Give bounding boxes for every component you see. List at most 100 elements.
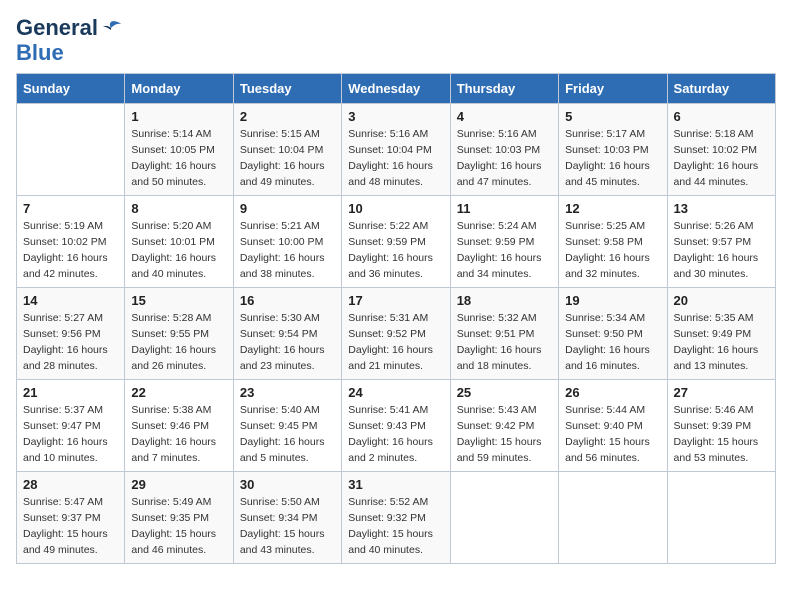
calendar-cell — [667, 472, 775, 564]
day-number: 25 — [457, 385, 552, 400]
day-number: 27 — [674, 385, 769, 400]
logo-general: General — [16, 16, 121, 41]
calendar-header-row: SundayMondayTuesdayWednesdayThursdayFrid… — [17, 74, 776, 104]
calendar-week-3: 14 Sunrise: 5:27 AM Sunset: 9:56 PM Dayli… — [17, 288, 776, 380]
day-number: 10 — [348, 201, 443, 216]
day-info: Sunrise: 5:14 AM Sunset: 10:05 PM Daylig… — [131, 127, 226, 190]
calendar-cell — [450, 472, 558, 564]
calendar-cell: 21 Sunrise: 5:37 AM Sunset: 9:47 PM Dayli… — [17, 380, 125, 472]
calendar-cell: 3 Sunrise: 5:16 AM Sunset: 10:04 PM Dayli… — [342, 104, 450, 196]
calendar-cell: 11 Sunrise: 5:24 AM Sunset: 9:59 PM Dayli… — [450, 196, 558, 288]
calendar-header-wednesday: Wednesday — [342, 74, 450, 104]
day-info: Sunrise: 5:49 AM Sunset: 9:35 PM Dayligh… — [131, 495, 226, 558]
day-number: 31 — [348, 477, 443, 492]
day-number: 11 — [457, 201, 552, 216]
day-info: Sunrise: 5:16 AM Sunset: 10:04 PM Daylig… — [348, 127, 443, 190]
calendar-cell: 6 Sunrise: 5:18 AM Sunset: 10:02 PM Dayli… — [667, 104, 775, 196]
page-header: General Blue — [16, 16, 776, 65]
day-info: Sunrise: 5:15 AM Sunset: 10:04 PM Daylig… — [240, 127, 335, 190]
day-number: 7 — [23, 201, 118, 216]
day-number: 6 — [674, 109, 769, 124]
day-number: 22 — [131, 385, 226, 400]
day-number: 14 — [23, 293, 118, 308]
day-number: 1 — [131, 109, 226, 124]
calendar-header-monday: Monday — [125, 74, 233, 104]
calendar-cell: 12Sunrise: 5:25 AM Sunset: 9:58 PM Dayli… — [559, 196, 667, 288]
day-info: Sunrise: 5:22 AM Sunset: 9:59 PM Dayligh… — [348, 219, 443, 282]
calendar-header-thursday: Thursday — [450, 74, 558, 104]
day-info: Sunrise: 5:37 AM Sunset: 9:47 PM Dayligh… — [23, 403, 118, 466]
calendar-cell: 5 Sunrise: 5:17 AM Sunset: 10:03 PM Dayli… — [559, 104, 667, 196]
day-info: Sunrise: 5:50 AM Sunset: 9:34 PM Dayligh… — [240, 495, 335, 558]
calendar-week-5: 28 Sunrise: 5:47 AM Sunset: 9:37 PM Dayli… — [17, 472, 776, 564]
day-info: Sunrise: 5:43 AM Sunset: 9:42 PM Dayligh… — [457, 403, 552, 466]
day-number: 18 — [457, 293, 552, 308]
day-info: Sunrise: 5:47 AM Sunset: 9:37 PM Dayligh… — [23, 495, 118, 558]
day-info: Sunrise: 5:52 AM Sunset: 9:32 PM Dayligh… — [348, 495, 443, 558]
day-info: Sunrise: 5:34 AM Sunset: 9:50 PM Dayligh… — [565, 311, 660, 374]
day-number: 30 — [240, 477, 335, 492]
day-number: 21 — [23, 385, 118, 400]
logo: General Blue — [16, 16, 121, 65]
calendar-cell: 2 Sunrise: 5:15 AM Sunset: 10:04 PM Dayli… — [233, 104, 341, 196]
calendar-table: SundayMondayTuesdayWednesdayThursdayFrid… — [16, 73, 776, 564]
calendar-header-friday: Friday — [559, 74, 667, 104]
calendar-cell: 13 Sunrise: 5:26 AM Sunset: 9:57 PM Dayli… — [667, 196, 775, 288]
calendar-cell: 19Sunrise: 5:34 AM Sunset: 9:50 PM Dayli… — [559, 288, 667, 380]
calendar-cell: 23Sunrise: 5:40 AM Sunset: 9:45 PM Dayli… — [233, 380, 341, 472]
calendar-cell: 4 Sunrise: 5:16 AM Sunset: 10:03 PM Dayli… — [450, 104, 558, 196]
calendar-cell: 20 Sunrise: 5:35 AM Sunset: 9:49 PM Dayli… — [667, 288, 775, 380]
calendar-cell: 29 Sunrise: 5:49 AM Sunset: 9:35 PM Dayli… — [125, 472, 233, 564]
calendar-cell: 24 Sunrise: 5:41 AM Sunset: 9:43 PM Dayli… — [342, 380, 450, 472]
day-number: 20 — [674, 293, 769, 308]
day-number: 8 — [131, 201, 226, 216]
logo-blue: Blue — [16, 41, 64, 65]
calendar-cell — [559, 472, 667, 564]
day-info: Sunrise: 5:24 AM Sunset: 9:59 PM Dayligh… — [457, 219, 552, 282]
calendar-cell: 28 Sunrise: 5:47 AM Sunset: 9:37 PM Dayli… — [17, 472, 125, 564]
day-info: Sunrise: 5:30 AM Sunset: 9:54 PM Dayligh… — [240, 311, 335, 374]
day-number: 17 — [348, 293, 443, 308]
day-number: 2 — [240, 109, 335, 124]
day-info: Sunrise: 5:18 AM Sunset: 10:02 PM Daylig… — [674, 127, 769, 190]
calendar-cell: 7Sunrise: 5:19 AM Sunset: 10:02 PM Dayli… — [17, 196, 125, 288]
calendar-cell: 26Sunrise: 5:44 AM Sunset: 9:40 PM Dayli… — [559, 380, 667, 472]
calendar-cell — [17, 104, 125, 196]
calendar-header-tuesday: Tuesday — [233, 74, 341, 104]
day-info: Sunrise: 5:40 AM Sunset: 9:45 PM Dayligh… — [240, 403, 335, 466]
calendar-cell: 8 Sunrise: 5:20 AM Sunset: 10:01 PM Dayli… — [125, 196, 233, 288]
day-info: Sunrise: 5:31 AM Sunset: 9:52 PM Dayligh… — [348, 311, 443, 374]
day-info: Sunrise: 5:17 AM Sunset: 10:03 PM Daylig… — [565, 127, 660, 190]
calendar-week-2: 7Sunrise: 5:19 AM Sunset: 10:02 PM Dayli… — [17, 196, 776, 288]
day-info: Sunrise: 5:41 AM Sunset: 9:43 PM Dayligh… — [348, 403, 443, 466]
calendar-week-4: 21 Sunrise: 5:37 AM Sunset: 9:47 PM Dayli… — [17, 380, 776, 472]
day-info: Sunrise: 5:20 AM Sunset: 10:01 PM Daylig… — [131, 219, 226, 282]
day-number: 3 — [348, 109, 443, 124]
day-number: 5 — [565, 109, 660, 124]
day-number: 16 — [240, 293, 335, 308]
calendar-week-1: 1 Sunrise: 5:14 AM Sunset: 10:05 PM Dayli… — [17, 104, 776, 196]
calendar-body: 1 Sunrise: 5:14 AM Sunset: 10:05 PM Dayli… — [17, 104, 776, 564]
day-number: 4 — [457, 109, 552, 124]
day-number: 13 — [674, 201, 769, 216]
calendar-header-sunday: Sunday — [17, 74, 125, 104]
day-number: 26 — [565, 385, 660, 400]
calendar-cell: 31 Sunrise: 5:52 AM Sunset: 9:32 PM Dayli… — [342, 472, 450, 564]
day-info: Sunrise: 5:16 AM Sunset: 10:03 PM Daylig… — [457, 127, 552, 190]
day-info: Sunrise: 5:27 AM Sunset: 9:56 PM Dayligh… — [23, 311, 118, 374]
day-number: 9 — [240, 201, 335, 216]
day-number: 24 — [348, 385, 443, 400]
day-number: 15 — [131, 293, 226, 308]
calendar-cell: 27Sunrise: 5:46 AM Sunset: 9:39 PM Dayli… — [667, 380, 775, 472]
day-info: Sunrise: 5:21 AM Sunset: 10:00 PM Daylig… — [240, 219, 335, 282]
day-number: 28 — [23, 477, 118, 492]
calendar-cell: 18Sunrise: 5:32 AM Sunset: 9:51 PM Dayli… — [450, 288, 558, 380]
day-info: Sunrise: 5:35 AM Sunset: 9:49 PM Dayligh… — [674, 311, 769, 374]
calendar-cell: 1 Sunrise: 5:14 AM Sunset: 10:05 PM Dayli… — [125, 104, 233, 196]
day-info: Sunrise: 5:26 AM Sunset: 9:57 PM Dayligh… — [674, 219, 769, 282]
calendar-cell: 10 Sunrise: 5:22 AM Sunset: 9:59 PM Dayli… — [342, 196, 450, 288]
calendar-cell: 14 Sunrise: 5:27 AM Sunset: 9:56 PM Dayli… — [17, 288, 125, 380]
day-number: 29 — [131, 477, 226, 492]
calendar-header-saturday: Saturday — [667, 74, 775, 104]
calendar-cell: 25 Sunrise: 5:43 AM Sunset: 9:42 PM Dayli… — [450, 380, 558, 472]
